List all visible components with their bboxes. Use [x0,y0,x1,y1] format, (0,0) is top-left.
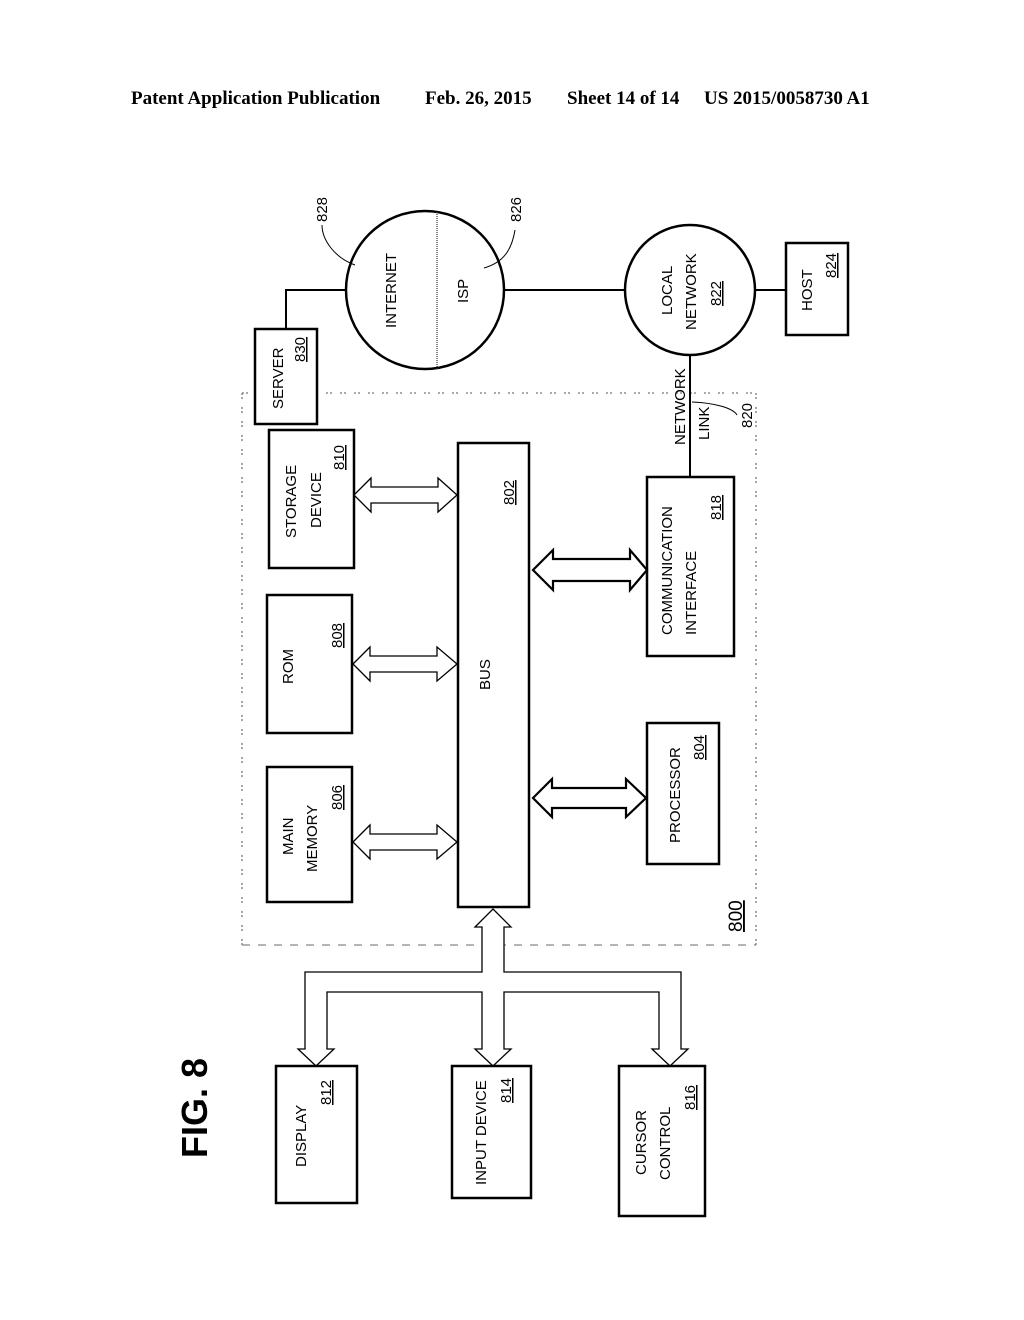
main-memory-label-2: MEMORY [304,805,321,872]
server-block: SERVER 830 [253,327,319,426]
main-memory-ref: 806 [329,785,346,810]
network-link-ref: 820 [739,403,756,428]
figure-title: FIG. 8 [174,1058,215,1158]
local-network-cloud: LOCAL NETWORK 822 [623,223,757,357]
storage-label-1: STORAGE [283,465,300,538]
network-link-label-1: NETWORK [672,368,689,445]
cursor-control-block: CURSOR CONTROL 816 [617,1064,707,1218]
arrow-bus-processor [531,776,648,820]
storage-device-block: STORAGE DEVICE 810 [267,428,356,570]
network-link-label-2: LINK [696,407,713,440]
processor-ref: 804 [691,735,708,760]
comm-ref: 818 [708,495,725,520]
input-device-ref: 814 [498,1078,515,1103]
isp-label: ISP [455,279,472,303]
display-label: DISPLAY [293,1105,310,1167]
internet-ref-leader [321,224,356,266]
computer-system-diagram: 800 FIG. 8 MAIN MEMORY 806 ROM 808 STORA… [174,197,850,1218]
server-internet-link [285,289,346,329]
host-block: HOST 824 [784,241,850,337]
comm-label-2: INTERFACE [683,551,700,635]
arrow-rom-bus [352,645,459,683]
input-device-block: INPUT DEVICE 814 [450,1064,533,1200]
cursor-control-label-2: CONTROL [657,1107,674,1180]
input-device-label: INPUT DEVICE [473,1080,490,1185]
storage-label-2: DEVICE [308,472,325,528]
system-ref-800: 800 [726,900,747,932]
rom-label: ROM [280,649,297,684]
bus-block: BUS 802 [456,441,531,909]
arrow-bus-io-tree [296,908,690,1067]
local-network-label-1: LOCAL [659,266,676,315]
arrow-bus-comm [531,547,649,593]
bus-ref: 802 [501,480,518,505]
main-memory-block: MAIN MEMORY 806 [265,765,354,904]
rom-ref: 808 [329,623,346,648]
server-label: SERVER [270,347,287,409]
main-memory-label-1: MAIN [280,818,297,856]
internet-isp-cloud: INTERNET ISP [344,209,506,371]
display-ref: 812 [318,1080,335,1105]
host-ref: 824 [823,253,840,278]
arrow-storage-bus [353,476,458,514]
communication-interface-block: COMMUNICATION INTERFACE 818 [645,475,736,658]
processor-label: PROCESSOR [667,747,684,843]
rom-block: ROM 808 [265,593,354,735]
cursor-control-label-1: CURSOR [633,1110,650,1175]
processor-block: PROCESSOR 804 [645,721,721,866]
comm-label-1: COMMUNICATION [659,506,676,635]
internet-ref: 828 [314,197,331,222]
display-block: DISPLAY 812 [274,1064,359,1205]
cursor-control-ref: 816 [682,1085,699,1110]
local-network-ref: 822 [708,281,725,306]
host-label: HOST [799,269,816,311]
local-network-label-2: NETWORK [683,253,700,330]
arrow-main-memory-bus [352,823,459,861]
isp-ref: 826 [508,197,525,222]
bus-label: BUS [477,659,494,690]
internet-label: INTERNET [383,253,400,328]
server-ref: 830 [292,337,309,362]
storage-ref: 810 [331,445,348,470]
